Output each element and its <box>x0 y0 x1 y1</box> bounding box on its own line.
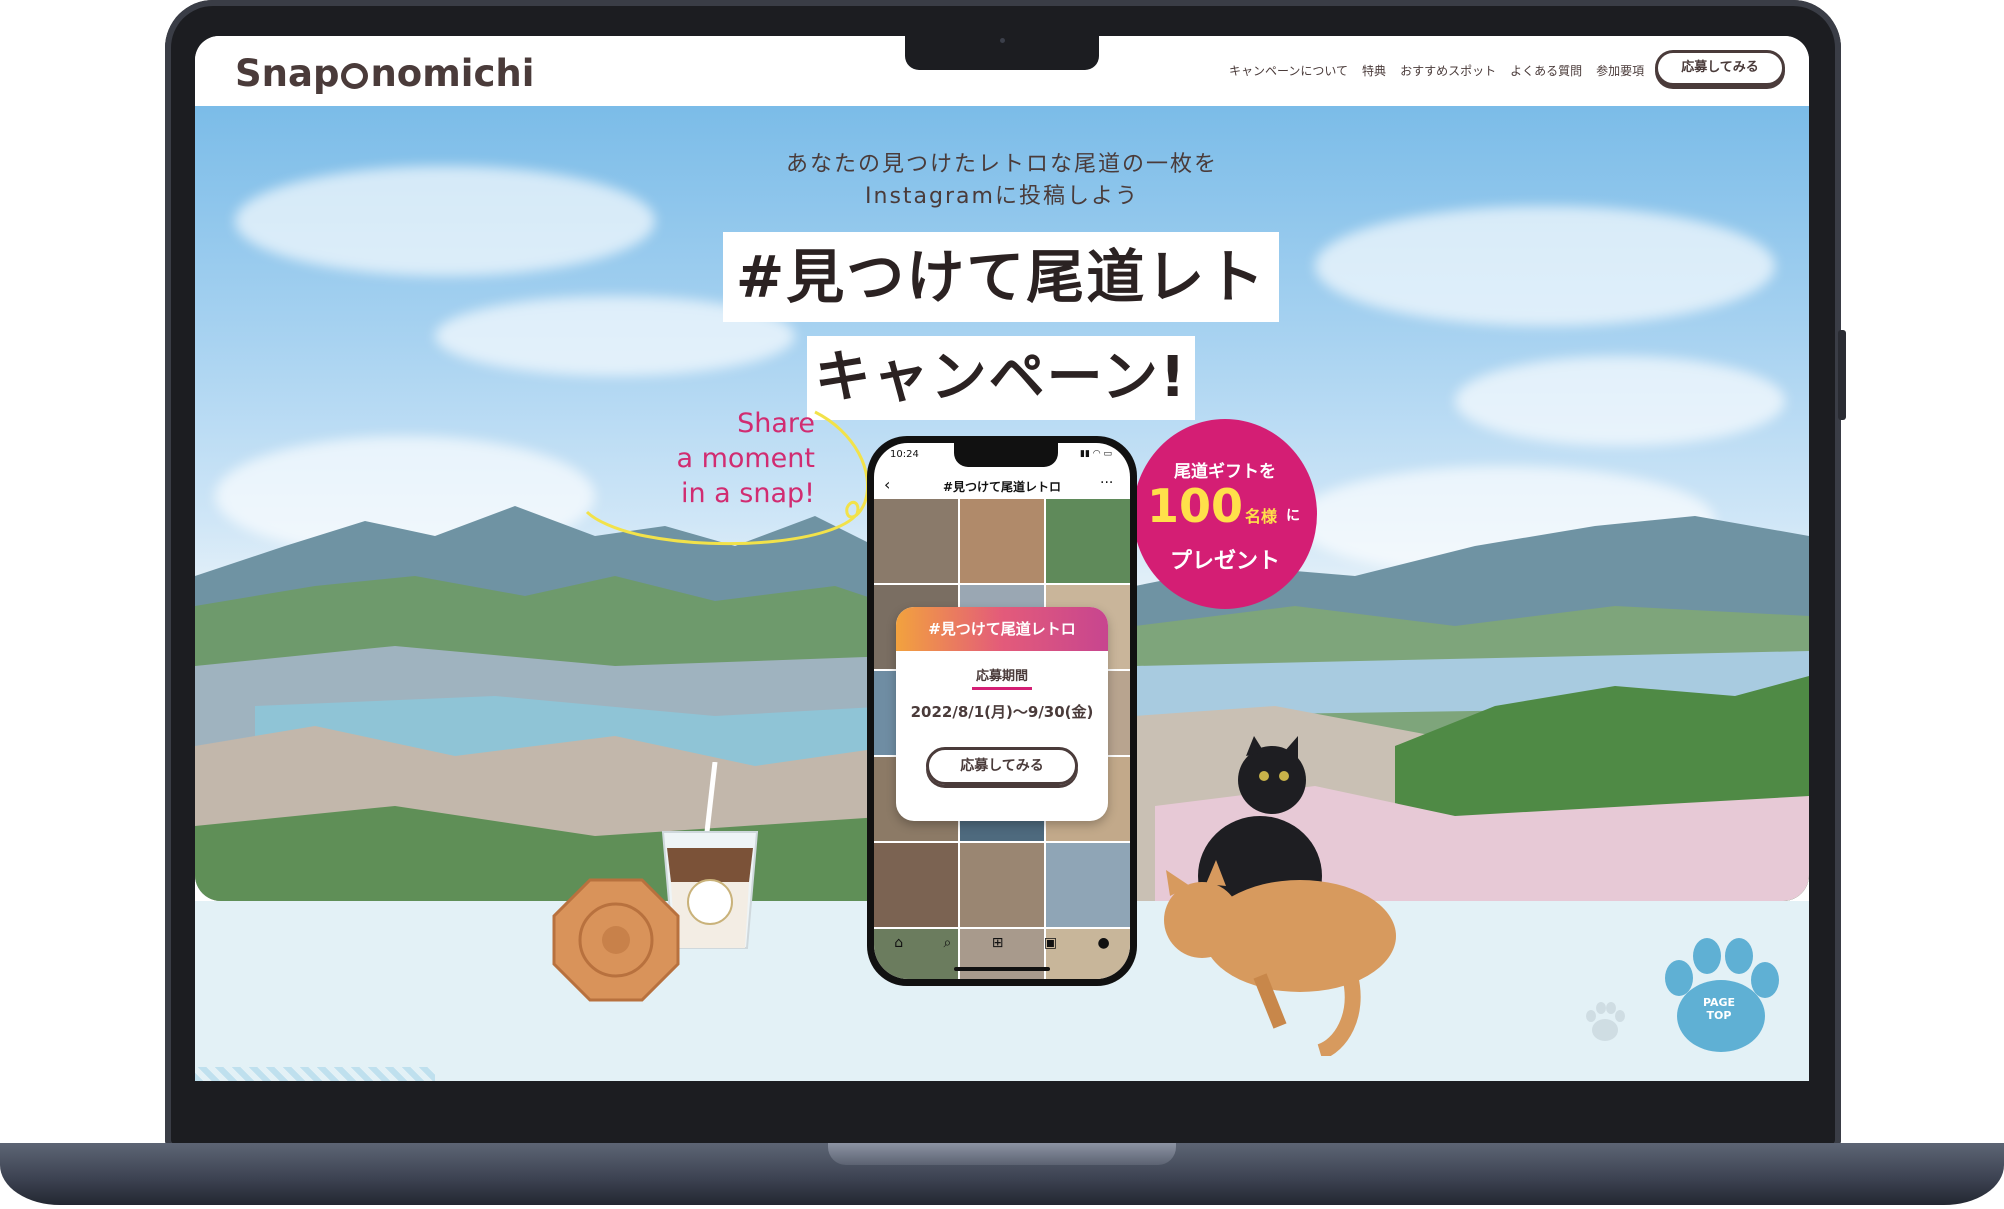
profile-icon[interactable]: ● <box>1098 935 1110 951</box>
camera-notch <box>905 36 1099 70</box>
photo-tile[interactable] <box>1046 499 1130 583</box>
hero-subtitle-line2: Instagramに投稿しよう <box>865 184 1139 209</box>
search-icon[interactable]: ⌕ <box>944 935 952 951</box>
camera-icon <box>1000 38 1005 43</box>
share-line1: Share <box>737 408 815 439</box>
phone-mockup: 10:24 ▮▮ ◠ ▭ ‹ #見つけて尾道レトロ ··· #見つけて尾道レトロ… <box>867 436 1137 986</box>
gift-badge-particle: に <box>1286 508 1300 524</box>
orange-cat-photo <box>1164 860 1396 1056</box>
nav-requirements[interactable]: 参加要項 <box>1596 62 1644 79</box>
photo-tile[interactable] <box>874 499 958 583</box>
page-top-label[interactable]: PAGE TOP <box>1657 996 1781 1022</box>
page-top-line2: TOP <box>1706 1009 1732 1022</box>
logo-text-left: Snap <box>235 52 340 95</box>
home-icon[interactable]: ⌂ <box>894 935 903 951</box>
logo-text-right: nomichi <box>370 52 535 95</box>
decorative-stripe <box>195 1067 435 1081</box>
campaign-card-title: #見つけて尾道レトロ <box>896 607 1108 651</box>
page-top-line1: PAGE <box>1702 996 1736 1009</box>
hero-subtitle-line1: あなたの見つけたレトロな尾道の一枚を <box>785 152 1218 177</box>
share-line3: in a snap! <box>680 478 815 509</box>
photo-tile[interactable] <box>874 843 958 927</box>
cat-o-icon <box>341 63 369 89</box>
hero-subtitle: あなたの見つけたレトロな尾道の一枚を Instagramに投稿しよう <box>195 149 1809 213</box>
more-options-icon[interactable]: ··· <box>1100 475 1113 491</box>
share-line2: a moment <box>676 443 815 474</box>
share-a-moment-text: Share a moment in a snap! <box>625 406 815 511</box>
campaign-period-label: 応募期間 <box>975 669 1028 684</box>
instagram-hashtag-title: #見つけて尾道レトロ <box>942 480 1062 494</box>
phone-apply-button[interactable]: 応募してみる <box>926 747 1078 785</box>
gift-badge-unit: 名様 <box>1245 507 1278 526</box>
reels-icon[interactable]: ▣ <box>1044 935 1057 951</box>
laptop-side-button <box>1838 330 1846 420</box>
browser-screen: Snap nomichi キャンペーンについて 特典 おすすめスポット よくある質… <box>195 36 1809 1081</box>
main-nav: キャンペーンについて 特典 おすすめスポット よくある質問 参加要項 <box>1229 62 1658 79</box>
small-paw-icon <box>1586 1002 1625 1041</box>
nav-benefits[interactable]: 特典 <box>1362 62 1386 79</box>
instagram-hashtag-bar: ‹ #見つけて尾道レトロ ··· <box>874 473 1130 499</box>
cookie-biscuit <box>552 878 680 1002</box>
plus-icon[interactable]: ⊞ <box>992 935 1004 951</box>
home-indicator <box>954 967 1050 971</box>
hero-title-line1: #見つけて尾道レトロ <box>723 232 1279 401</box>
signal-wifi-battery-icon: ▮▮ ◠ ▭ <box>1080 449 1112 459</box>
laptop-base-notch <box>828 1143 1176 1165</box>
nav-faq[interactable]: よくある質問 <box>1510 62 1582 79</box>
phone-time: 10:24 <box>890 449 919 460</box>
campaign-card: #見つけて尾道レトロ 応募期間 2022/8/1(月)〜9/30(金) 応募して… <box>896 607 1108 821</box>
site-logo[interactable]: Snap nomichi <box>235 52 534 95</box>
gift-badge-number: 100 <box>1147 479 1244 533</box>
photo-tile[interactable] <box>1046 843 1130 927</box>
nav-about-campaign[interactable]: キャンペーンについて <box>1229 62 1348 79</box>
photo-tile[interactable] <box>960 843 1044 927</box>
nav-recommended-spots[interactable]: おすすめスポット <box>1400 62 1496 79</box>
photo-tile[interactable] <box>960 499 1044 583</box>
gift-badge: 尾道ギフトを 100 名様 に プレゼント <box>1133 419 1317 609</box>
gift-badge-bottom: プレゼント <box>1169 549 1280 574</box>
campaign-period: 2022/8/1(月)〜9/30(金) <box>910 703 1094 721</box>
instagram-bottom-nav: ⌂ ⌕ ⊞ ▣ ● <box>874 923 1130 963</box>
phone-notch <box>954 443 1058 467</box>
period-underline <box>972 687 1032 690</box>
header-apply-button[interactable]: 応募してみる <box>1655 50 1785 86</box>
phone-screen: 10:24 ▮▮ ◠ ▭ ‹ #見つけて尾道レトロ ··· #見つけて尾道レトロ… <box>874 443 1130 979</box>
